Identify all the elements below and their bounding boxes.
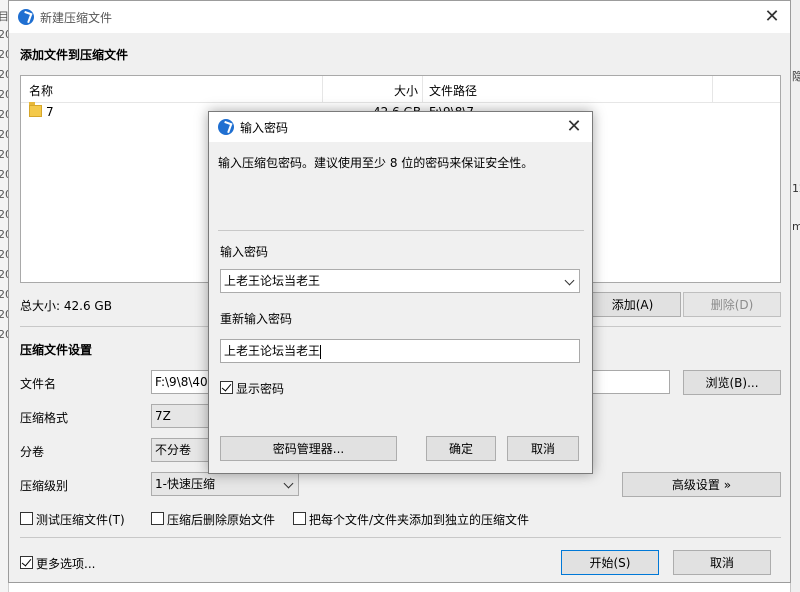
window-title: 新建压缩文件 [40,11,113,25]
chevron-down-icon[interactable] [564,275,575,286]
password-label: 输入密码 [220,245,269,259]
app-logo-icon [18,9,34,25]
start-button[interactable]: 开始(S) [561,550,659,575]
delete-after-checkbox[interactable] [151,512,164,525]
background-app-right-edge: 隐 12 m [790,0,800,592]
separate-archives-label[interactable]: 把每个文件/文件夹添加到独立的压缩文件 [309,511,529,528]
confirm-password-label: 重新输入密码 [220,312,293,326]
level-select[interactable]: 1-快速压缩 [151,472,299,496]
more-options-label[interactable]: 更多选项... [36,555,95,572]
add-button[interactable]: 添加(A) [584,292,681,317]
text-cursor [320,344,322,359]
window-titlebar: 新建压缩文件 ✕ [9,1,790,33]
test-archive-label[interactable]: 测试压缩文件(T) [36,511,125,528]
level-label: 压缩级别 [20,479,69,493]
total-size-label: 总大小: 42.6 GB [20,299,112,313]
column-divider[interactable] [322,76,323,102]
separate-archives-checkbox[interactable] [293,512,306,525]
ok-button[interactable]: 确定 [426,436,496,461]
level-value: 1-快速压缩 [155,477,215,491]
password-field[interactable]: 上老王论坛当老王 [220,269,580,293]
split-value: 不分卷 [155,443,192,457]
column-header-path[interactable]: 文件路径 [429,82,477,99]
column-divider[interactable] [422,76,423,102]
dialog-titlebar: 输入密码 ✕ [209,112,592,142]
divider [20,537,781,538]
bg-right-text: m [792,220,800,233]
file-list-header: 名称 大小 文件路径 [21,76,780,103]
dialog-title: 输入密码 [240,121,289,135]
chevron-down-icon [283,478,294,489]
filename-label: 文件名 [20,377,57,391]
confirm-password-field[interactable]: 上老王论坛当老王 [220,339,580,363]
settings-heading: 压缩文件设置 [20,343,93,357]
password-dialog: 输入密码 ✕ 输入压缩包密码。建议使用至少 8 位的密码来保证安全性。 输入密码… [208,111,593,474]
bg-right-text: 隐 [792,70,800,83]
column-header-size[interactable]: 大小 [394,82,418,99]
folder-icon [29,102,42,117]
dialog-description: 输入压缩包密码。建议使用至少 8 位的密码来保证安全性。 [218,156,534,170]
confirm-password-value: 上老王论坛当老王 [224,344,321,358]
show-password-label[interactable]: 显示密码 [236,380,284,397]
delete-button[interactable]: 删除(D) [683,292,781,317]
password-value: 上老王论坛当老王 [224,274,321,288]
format-label: 压缩格式 [20,411,69,425]
add-files-heading: 添加文件到压缩文件 [20,48,129,62]
test-archive-checkbox[interactable] [20,512,33,525]
divider [218,230,584,231]
dialog-cancel-button[interactable]: 取消 [507,436,579,461]
column-divider[interactable] [712,76,713,102]
delete-after-label[interactable]: 压缩后删除原始文件 [167,511,275,528]
row-name: 7 [46,105,54,119]
browse-button[interactable]: 浏览(B)... [683,370,781,395]
bg-right-text: 12 [792,182,800,195]
app-logo-icon [218,119,234,135]
close-icon[interactable]: ✕ [760,5,784,29]
show-password-checkbox[interactable] [220,381,233,394]
cancel-button[interactable]: 取消 [673,550,771,575]
split-label: 分卷 [20,445,45,459]
password-manager-button[interactable]: 密码管理器... [220,436,397,461]
more-options-checkbox[interactable] [20,556,33,569]
advanced-settings-button[interactable]: 高级设置 » [622,472,781,497]
column-header-name[interactable]: 名称 [29,82,53,99]
format-value: 7Z [155,409,171,423]
close-icon[interactable]: ✕ [562,115,586,139]
